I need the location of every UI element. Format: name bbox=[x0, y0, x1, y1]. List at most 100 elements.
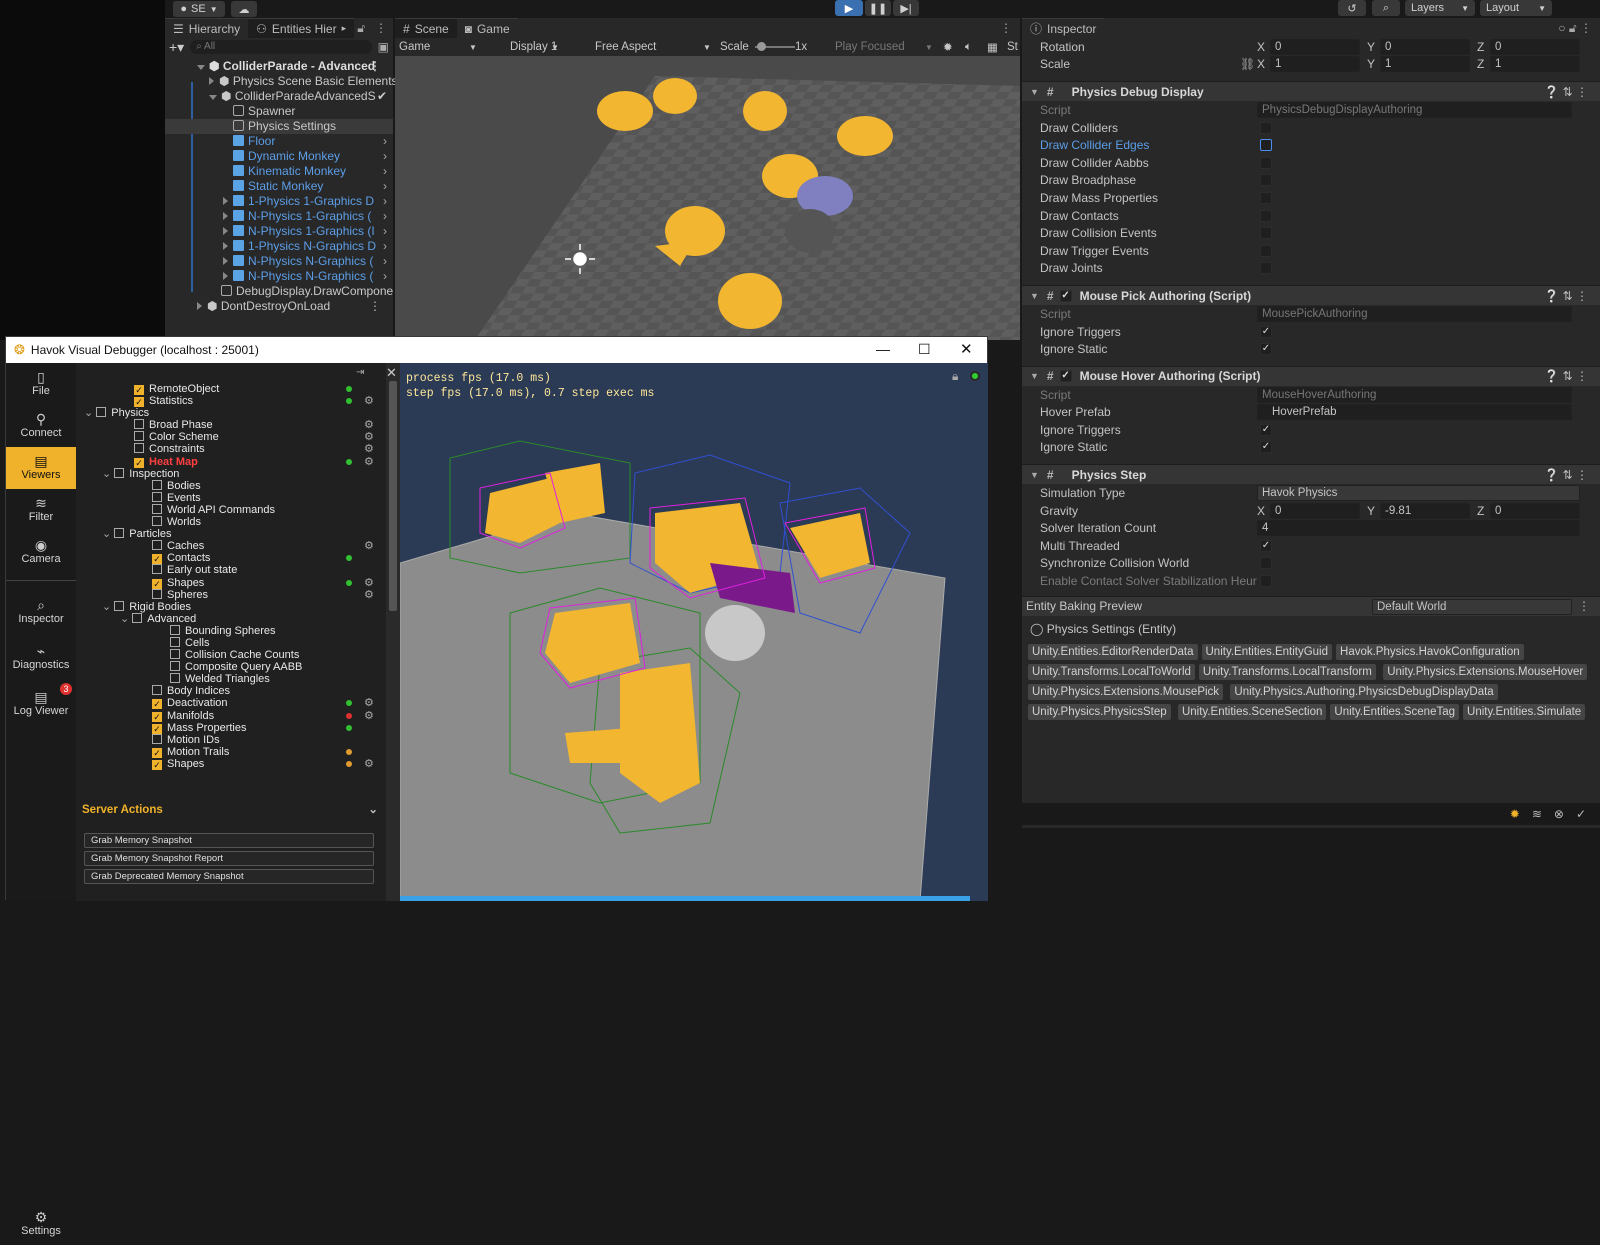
close-panel-icon[interactable]: ✕ bbox=[386, 365, 397, 381]
viewer-item[interactable]: ⌄ Rigid Bodies bbox=[84, 600, 384, 613]
sidebar-item-inspector[interactable]: ⌕ Inspector bbox=[6, 591, 76, 633]
sidebar-item-log-viewer[interactable]: ▤ Log Viewer 3 bbox=[6, 683, 76, 725]
viewer-item[interactable]: Body Indices bbox=[84, 685, 384, 697]
viewer-checkbox[interactable]: ✓ bbox=[152, 578, 162, 589]
viewer-item[interactable]: Caches ⚙ bbox=[84, 540, 384, 552]
viewer-checkbox[interactable] bbox=[170, 673, 180, 684]
viewer-checkbox[interactable] bbox=[152, 564, 162, 575]
viewer-item[interactable]: Composite Query AABB bbox=[84, 661, 384, 673]
hierarchy-item[interactable]: 1-Physics N-Graphics D › bbox=[165, 239, 393, 254]
enabled-checkbox[interactable]: ✓ bbox=[1059, 370, 1072, 383]
close-icon[interactable]: ✕ bbox=[960, 340, 973, 358]
hover-prefab-field[interactable]: HoverPrefab bbox=[1257, 404, 1572, 421]
audio-icon[interactable]: 🔈︎ bbox=[965, 41, 972, 54]
viewer-checkbox[interactable] bbox=[114, 467, 125, 478]
sidebar-item-connect[interactable]: ⚲ Connect bbox=[6, 405, 76, 447]
component-chip[interactable]: Unity.Entities.SceneTag bbox=[1330, 703, 1460, 720]
tab-inspector[interactable]: ⓘ Inspector bbox=[1022, 18, 1105, 38]
history-button[interactable]: ↺ bbox=[1338, 0, 1366, 16]
viewer-checkbox[interactable] bbox=[152, 733, 162, 744]
component-chip[interactable]: Unity.Physics.Extensions.MousePick bbox=[1028, 683, 1224, 700]
play-focus-dropdown[interactable]: Play Focused bbox=[835, 41, 905, 53]
grab-deprecated-snapshot-button[interactable]: Grab Deprecated Memory Snapshot bbox=[84, 869, 374, 884]
viewer-item[interactable]: ⌄ Physics bbox=[84, 407, 384, 419]
gear-icon[interactable]: ⚙ bbox=[364, 758, 374, 770]
layout-dropdown[interactable]: Layout ▼ bbox=[1480, 0, 1552, 16]
hierarchy-item[interactable]: Floor › bbox=[165, 134, 393, 149]
gear-icon[interactable]: ⚙ bbox=[364, 577, 374, 589]
cloud-button[interactable]: ☁ bbox=[231, 1, 257, 17]
viewer-item[interactable]: Color Scheme ⚙ bbox=[84, 431, 384, 443]
sidebar-item-diagnostics[interactable]: ⌁ Diagnostics bbox=[6, 637, 76, 679]
viewer-checkbox[interactable]: ✓ bbox=[152, 699, 162, 710]
gizmos-icon[interactable]: St bbox=[1007, 41, 1018, 53]
network-icon[interactable]: ⊗ bbox=[1554, 807, 1564, 821]
toggle-checkbox[interactable]: ✓ bbox=[1260, 343, 1272, 356]
hierarchy-item[interactable]: N-Physics N-Graphics (› bbox=[165, 269, 393, 284]
mouse-hover-header[interactable]: ▼ # ✓ Mouse Hover Authoring (Script) ❔ ⇅… bbox=[1022, 365, 1600, 386]
multi-threaded-checkbox[interactable]: ✓ bbox=[1260, 539, 1272, 552]
hierarchy-item[interactable]: Dynamic Monkey › bbox=[165, 149, 393, 164]
gear-icon[interactable]: ⚙ bbox=[364, 395, 374, 407]
viewer-item[interactable]: Bodies bbox=[84, 479, 384, 492]
server-actions-header[interactable]: Server Actions ⌄ bbox=[76, 801, 386, 819]
lock-icon[interactable]: 🔒︎ bbox=[952, 369, 958, 384]
tab-scene[interactable]: # Scene bbox=[395, 18, 457, 38]
hierarchy-item[interactable]: ⬢ ColliderParadeAdvancedS ✔ bbox=[165, 89, 393, 104]
game-viewport[interactable] bbox=[395, 56, 1020, 340]
toggle-checkbox[interactable] bbox=[1260, 209, 1272, 222]
viewer-checkbox[interactable] bbox=[152, 479, 162, 490]
link-icon[interactable]: ⛓ bbox=[1240, 57, 1255, 71]
gear-icon[interactable]: ⚙ bbox=[364, 697, 374, 709]
viewer-item[interactable]: Motion IDs bbox=[84, 733, 384, 746]
viewer-checkbox[interactable]: ✓ bbox=[134, 397, 144, 408]
component-chip[interactable]: Unity.Physics.PhysicsStep bbox=[1028, 703, 1171, 720]
circle-icon[interactable]: ○ bbox=[1558, 21, 1565, 35]
layers-dropdown[interactable]: Layers ▼ bbox=[1405, 0, 1475, 16]
toggle-checkbox[interactable] bbox=[1260, 156, 1272, 169]
chevron-down-icon[interactable]: ⌄ bbox=[102, 601, 114, 613]
hierarchy-item[interactable]: 1-Physics 1-Graphics D › bbox=[165, 194, 393, 209]
grab-memory-snapshot-button[interactable]: Grab Memory Snapshot bbox=[84, 833, 374, 848]
viewer-item[interactable]: ✓ RemoteObject bbox=[84, 383, 384, 395]
viewer-item[interactable]: ⌄ Advanced bbox=[84, 612, 384, 625]
viewer-checkbox[interactable] bbox=[152, 516, 162, 527]
sync-checkbox[interactable] bbox=[1260, 557, 1272, 570]
component-chip[interactable]: Unity.Entities.Simulate bbox=[1463, 703, 1586, 720]
viewer-item[interactable]: ✓ Statistics ⚙ bbox=[84, 395, 384, 408]
account-dropdown[interactable]: ● SE ▼ bbox=[173, 1, 225, 17]
bug-icon[interactable]: ✹ bbox=[943, 40, 953, 54]
toggle-checkbox[interactable] bbox=[1260, 262, 1272, 275]
help-icon[interactable]: ❔ ⇅ ⋮ bbox=[1544, 289, 1588, 303]
more-options-icon[interactable]: ⋮ bbox=[375, 21, 387, 35]
help-icon[interactable]: ❔ ⇅ ⋮ bbox=[1544, 85, 1588, 99]
grab-memory-report-button[interactable]: Grab Memory Snapshot Report bbox=[84, 851, 374, 866]
gear-icon[interactable]: ⚙ bbox=[364, 443, 374, 455]
viewer-checkbox[interactable] bbox=[170, 624, 180, 635]
stats-icon[interactable]: ▦ bbox=[987, 40, 998, 54]
more-options-icon[interactable]: ⋮ bbox=[1580, 21, 1592, 35]
sidebar-item-filter[interactable]: ≋ Filter bbox=[6, 489, 76, 531]
gear-icon[interactable]: ⚙ bbox=[364, 431, 374, 443]
toggle-checkbox[interactable] bbox=[1260, 227, 1272, 240]
viewer-checkbox[interactable] bbox=[152, 588, 162, 599]
viewer-checkbox[interactable]: ✓ bbox=[134, 385, 144, 395]
viewer-checkbox[interactable] bbox=[114, 600, 125, 611]
viewer-item[interactable]: Early out state bbox=[84, 564, 384, 576]
sidebar-item-settings[interactable]: ⚙ Settings bbox=[6, 1203, 76, 1245]
toggle-checkbox[interactable] bbox=[1260, 121, 1272, 134]
viewer-checkbox[interactable] bbox=[134, 431, 144, 442]
step-button[interactable]: ▶| bbox=[893, 0, 919, 16]
add-icon[interactable]: +▾ bbox=[169, 39, 184, 56]
viewer-checkbox[interactable]: ✓ bbox=[134, 457, 144, 468]
hierarchy-item-selected[interactable]: Physics Settings bbox=[165, 119, 393, 134]
viewer-item[interactable]: Bounding Spheres bbox=[84, 624, 384, 637]
viewer-item[interactable]: ✓ Motion Trails bbox=[84, 746, 384, 758]
gear-icon[interactable]: ⚙ bbox=[364, 589, 374, 601]
lock-icon[interactable]: 🔓︎ bbox=[357, 21, 365, 36]
component-chip[interactable]: Unity.Entities.EntityGuid bbox=[1201, 643, 1333, 660]
game-mode-dropdown[interactable]: Game bbox=[399, 41, 430, 53]
viewer-item[interactable]: Spheres ⚙ bbox=[84, 588, 384, 601]
viewer-item[interactable]: Constraints ⚙ bbox=[84, 443, 384, 455]
component-chip[interactable]: Unity.Physics.Authoring.PhysicsDebugDisp… bbox=[1230, 683, 1498, 700]
